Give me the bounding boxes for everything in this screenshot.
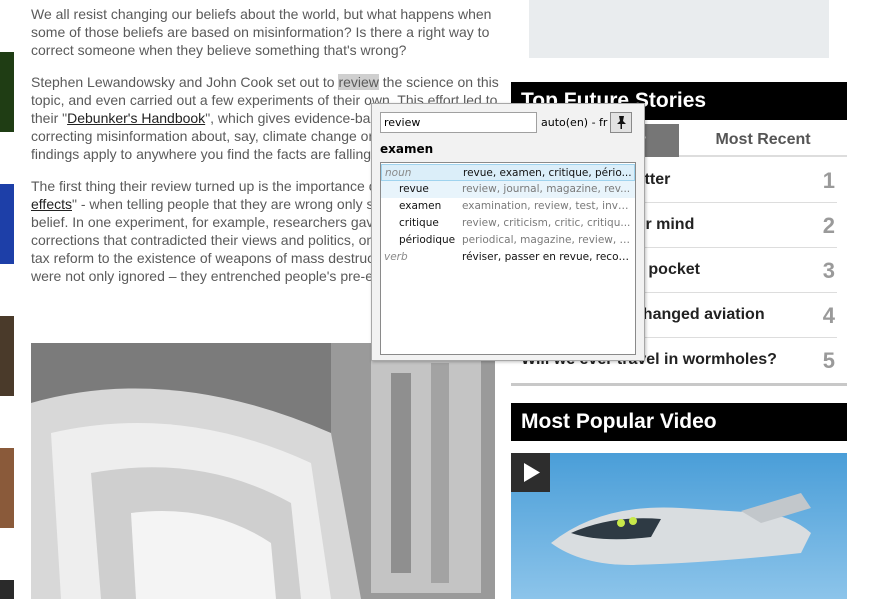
back-translations: review, criticism, critic, critiqu...: [462, 217, 631, 229]
translation-row[interactable]: examen examination, review, test, inve...: [381, 198, 635, 215]
tab-most-recent[interactable]: Most Recent: [679, 124, 847, 157]
story-rank: 1: [822, 168, 835, 193]
divider: [511, 383, 847, 386]
flying-car-image: [551, 493, 811, 565]
translations: revue, examen, critique, pério...: [463, 167, 632, 179]
translation-row[interactable]: critique review, criticism, critic, criti…: [381, 215, 635, 232]
backfire-effects-link[interactable]: effects: [31, 196, 72, 212]
advertisement-banner[interactable]: [529, 0, 829, 58]
part-of-speech-row[interactable]: noun revue, examen, critique, pério...: [381, 164, 635, 181]
article-paragraph-1: We all resist changing our beliefs about…: [31, 6, 492, 58]
language-pair-selector[interactable]: auto(en) - fr: [541, 116, 607, 129]
part-of-speech: noun: [385, 167, 412, 179]
thumbnail-2[interactable]: [0, 184, 14, 264]
highlighted-word[interactable]: review: [338, 74, 379, 90]
thumbnail-3[interactable]: [0, 316, 14, 396]
translation-list[interactable]: noun revue, examen, critique, pério... re…: [380, 162, 636, 355]
text-span: Stephen Lewandowsky and John Cook set ou…: [31, 74, 339, 90]
video-thumbnail[interactable]: [511, 453, 847, 599]
play-button[interactable]: [511, 453, 550, 492]
translation-word: examen: [399, 200, 442, 212]
thumbnail-4[interactable]: [0, 448, 14, 528]
debunkers-handbook-link[interactable]: Debunker's Handbook: [67, 110, 205, 126]
translation-row[interactable]: périodique periodical, magazine, review, …: [381, 232, 635, 249]
story-rank: 5: [822, 348, 835, 373]
play-icon: [524, 463, 540, 482]
pin-icon: [617, 116, 626, 129]
thumbnail-1[interactable]: [0, 52, 14, 132]
article-image-newspapers: [31, 343, 495, 599]
translation-popup: review auto(en) - fr examen noun revue, e…: [371, 103, 645, 361]
translations: réviser, passer en revue, recon...: [462, 251, 632, 263]
pin-button[interactable]: [610, 112, 632, 133]
thumbnail-5[interactable]: [0, 580, 14, 599]
back-translations: review, journal, magazine, rev...: [462, 183, 631, 195]
translation-word: revue: [399, 183, 429, 195]
translation-row[interactable]: revue review, journal, magazine, rev...: [381, 181, 635, 198]
related-thumbnails: [0, 0, 14, 599]
part-of-speech: verb: [384, 251, 408, 263]
story-rank: 3: [822, 258, 835, 283]
back-translations: examination, review, test, inve...: [462, 200, 632, 212]
translation-heading: examen: [380, 142, 434, 156]
story-rank: 4: [822, 303, 835, 328]
story-rank: 2: [822, 213, 835, 238]
translate-query-input[interactable]: review: [380, 112, 537, 133]
most-popular-video-heading: Most Popular Video: [511, 403, 847, 441]
back-translations: periodical, magazine, review, s...: [462, 234, 632, 246]
part-of-speech-row[interactable]: verb réviser, passer en revue, recon...: [381, 249, 635, 266]
translation-word: périodique: [399, 234, 456, 246]
translation-word: critique: [399, 217, 439, 229]
